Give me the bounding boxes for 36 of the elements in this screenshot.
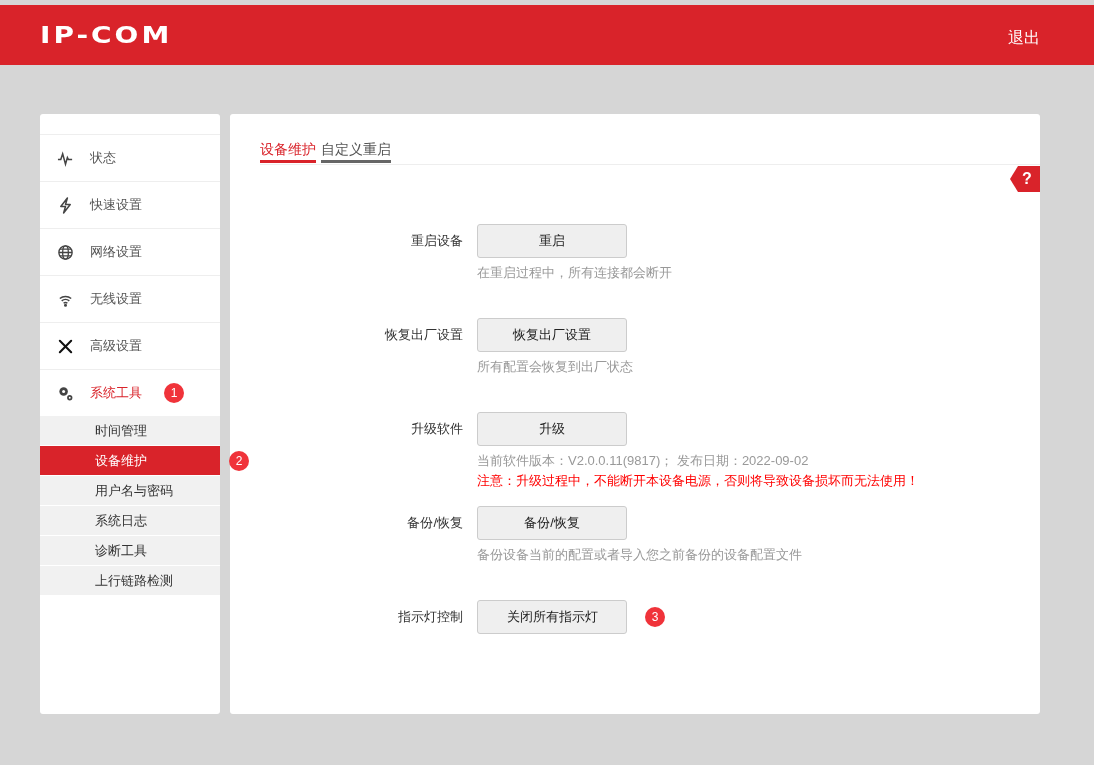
nav-item[interactable]: 无线设置 [40, 275, 220, 322]
step-marker: 1 [164, 383, 184, 403]
help-tag[interactable]: ? [1010, 166, 1040, 192]
field-label: 恢复出厂设置 [384, 326, 463, 344]
hint-text: 备份设备当前的配置或者导入您之前备份的设备配置文件 [477, 546, 803, 564]
nav-item[interactable]: 状态 [40, 134, 220, 181]
action-button[interactable]: 关闭所有指示灯 [477, 600, 627, 634]
tab[interactable]: 自定义重启 [321, 138, 391, 163]
logout-link[interactable]: 退出 [1008, 27, 1040, 49]
sub-nav-item[interactable]: 系统日志 [40, 506, 220, 536]
hint-text: 当前软件版本：V2.0.0.11(9817)； 发布日期：2022-09-02 [477, 452, 810, 470]
tab[interactable]: 设备维护 [260, 138, 316, 163]
gears-icon [57, 384, 74, 402]
hint-text: 所有配置会恢复到出厂状态 [477, 358, 634, 376]
step-marker: 2 [229, 451, 249, 471]
field-label: 指示灯控制 [397, 608, 463, 626]
hint-text: 在重启过程中，所有连接都会断开 [477, 264, 673, 282]
action-button[interactable]: 备份/恢复 [477, 506, 627, 540]
sub-nav-item[interactable]: 诊断工具 [40, 536, 220, 566]
step-marker: 3 [645, 607, 665, 627]
pulse-icon [57, 149, 74, 167]
action-button[interactable]: 升级 [477, 412, 627, 446]
nav-item[interactable]: 网络设置 [40, 228, 220, 275]
nav-item[interactable]: 快速设置 [40, 181, 220, 228]
sub-nav-item[interactable]: 上行链路检测 [40, 566, 220, 596]
nav-item[interactable]: 高级设置 [40, 322, 220, 369]
field-label: 升级软件 [410, 420, 463, 438]
field-label: 重启设备 [410, 232, 463, 250]
lightning-icon [57, 196, 74, 214]
globe-icon [57, 243, 74, 261]
action-button[interactable]: 重启 [477, 224, 627, 258]
hint-text: 注意：升级过程中，不能断开本设备电源，否则将导致设备损坏而无法使用！ [477, 472, 920, 490]
sub-nav-item[interactable]: 用户名与密码 [40, 476, 220, 506]
field-label: 备份/恢复 [406, 514, 463, 532]
action-button[interactable]: 恢复出厂设置 [477, 318, 627, 352]
logo: IP-COM [40, 23, 173, 47]
